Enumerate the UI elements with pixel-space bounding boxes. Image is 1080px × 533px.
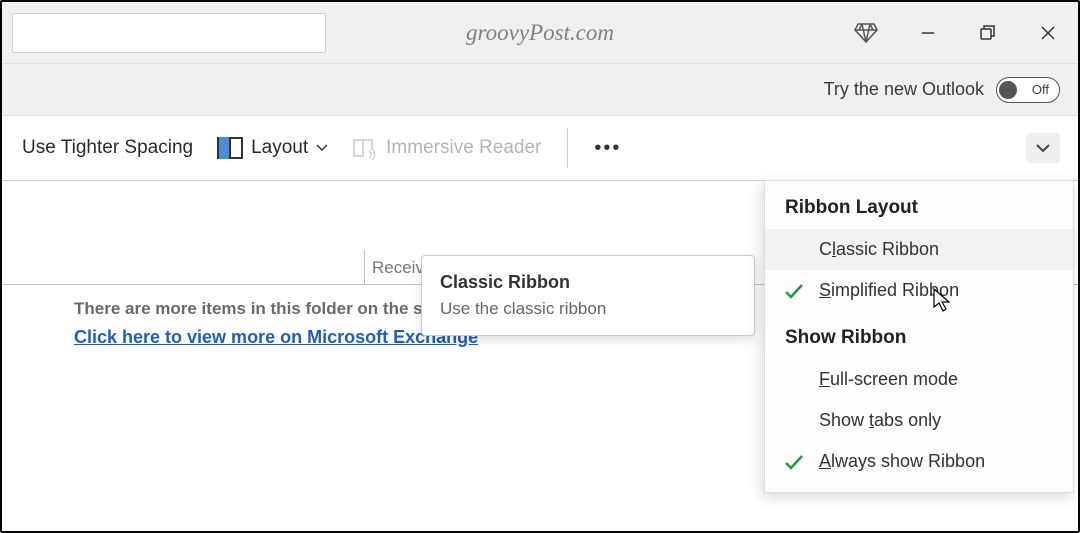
tooltip-title: Classic Ribbon	[440, 272, 736, 293]
check-icon	[783, 453, 805, 471]
try-outlook-toggle[interactable]: Off	[996, 77, 1060, 103]
tighter-spacing-button[interactable]: Use Tighter Spacing	[10, 131, 205, 165]
new-outlook-banner: Try the new Outlook Off	[2, 64, 1078, 116]
menu-item-show-tabs[interactable]: Show tabs only	[765, 400, 1073, 441]
layout-button[interactable]: Layout	[205, 131, 340, 165]
menu-label: Always show Ribbon	[819, 451, 1053, 472]
minimize-button[interactable]	[898, 2, 958, 64]
ribbon: Use Tighter Spacing Layout Immersive Rea…	[2, 116, 1078, 181]
menu-item-always-show[interactable]: Always show Ribbon	[765, 441, 1073, 482]
tooltip-description: Use the classic ribbon	[440, 299, 736, 319]
try-outlook-label: Try the new Outlook	[824, 79, 984, 100]
toggle-knob	[999, 81, 1017, 99]
toggle-state-text: Off	[1032, 82, 1049, 97]
check-icon	[783, 282, 805, 300]
ribbon-separator	[567, 128, 568, 168]
menu-label: Full-screen mode	[819, 369, 1053, 390]
search-input[interactable]	[12, 13, 326, 53]
view-more-exchange-link[interactable]: Click here to view more on Microsoft Exc…	[74, 327, 478, 347]
chevron-down-icon	[316, 144, 328, 152]
menu-label: Classic Ribbon	[819, 239, 1053, 260]
premium-icon[interactable]	[854, 22, 878, 44]
menu-label: Simplified Ribbon	[819, 280, 1053, 301]
menu-label: Show tabs only	[819, 410, 1053, 431]
menu-item-classic-ribbon[interactable]: Classic Ribbon	[765, 229, 1073, 270]
show-ribbon-header: Show Ribbon	[765, 311, 1073, 359]
ribbon-layout-header: Ribbon Layout	[765, 181, 1073, 229]
window-controls	[854, 2, 1078, 64]
titlebar: groovyPost.com	[2, 2, 1078, 64]
immersive-reader-icon	[352, 136, 378, 160]
chevron-down-icon	[1035, 143, 1051, 153]
menu-item-fullscreen[interactable]: Full-screen mode	[765, 359, 1073, 400]
app-title: groovyPost.com	[466, 20, 614, 46]
menu-item-simplified-ribbon[interactable]: Simplified Ribbon	[765, 270, 1073, 311]
maximize-button[interactable]	[958, 2, 1018, 64]
layout-icon	[217, 137, 243, 159]
ribbon-options-button[interactable]	[1026, 133, 1060, 163]
more-commands-button[interactable]: •••	[582, 131, 633, 166]
ribbon-options-menu: Ribbon Layout Classic Ribbon Simplified …	[764, 180, 1074, 493]
classic-ribbon-tooltip: Classic Ribbon Use the classic ribbon	[421, 255, 755, 336]
tighter-spacing-label: Use Tighter Spacing	[22, 137, 193, 159]
layout-label: Layout	[251, 137, 308, 159]
immersive-reader-button: Immersive Reader	[340, 130, 553, 166]
immersive-reader-label: Immersive Reader	[386, 137, 541, 159]
close-button[interactable]	[1018, 2, 1078, 64]
column-separator	[364, 250, 365, 284]
